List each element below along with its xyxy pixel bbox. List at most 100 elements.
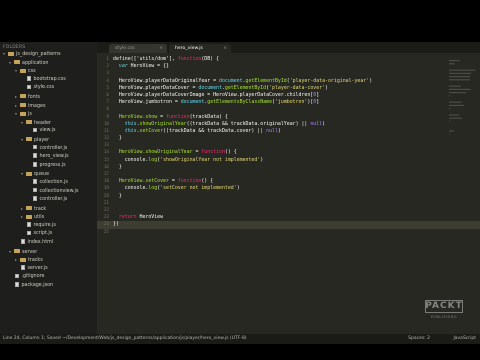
file-icon (27, 222, 31, 227)
tab-bar: style.css × hero_view.js × (97, 42, 480, 53)
tree-folder[interactable]: ▸ images (0, 102, 97, 111)
tree-item-label: require.js (33, 222, 56, 228)
code-text: return HeroView (113, 214, 163, 221)
code-line[interactable]: 10 this.showOriginalYear((trackData && t… (97, 121, 480, 128)
tree-folder[interactable]: ▾ js_design_patterns (0, 50, 97, 59)
line-number: 12 (103, 136, 109, 142)
tree-file[interactable]: style.css (0, 84, 97, 93)
tree-folder[interactable]: ▾ application (0, 59, 97, 68)
tree-file[interactable]: collectionview.js (0, 187, 97, 197)
indentation-selector[interactable]: Spaces: 2 (408, 336, 430, 341)
tree-file[interactable]: .gitignore (0, 273, 97, 282)
tree-file[interactable]: script.js (0, 230, 97, 239)
code-line[interactable]: 6 HeroView.playerDataCoverImage = HeroVi… (97, 92, 480, 99)
tree-file[interactable]: controller.js (0, 196, 97, 205)
code-token: ((trackData && trackData.originalYear) |… (186, 120, 311, 127)
code-text: this.showOriginalYear((trackData && trac… (113, 121, 325, 128)
tree-file[interactable]: index.html (0, 239, 97, 248)
line-number: 1 (106, 57, 109, 62)
minimap-line (449, 72, 471, 74)
code-token: console. (113, 156, 149, 163)
minimap[interactable] (448, 58, 478, 168)
tab-hero-view-js[interactable]: hero_view.js × (169, 44, 231, 53)
tree-folder[interactable]: ▾ header (0, 119, 97, 128)
code-token: ) (369, 77, 373, 84)
tree-folder[interactable]: ▾ queue (0, 170, 97, 179)
line-number: 11 (103, 128, 109, 134)
tree-file[interactable]: progress.js (0, 161, 97, 171)
tree-folder[interactable]: ▸ track (0, 205, 97, 214)
code-line[interactable]: 23 return HeroView (97, 214, 480, 221)
line-number: 8 (106, 107, 109, 113)
tree-file[interactable]: server.js (0, 265, 97, 274)
line-number: 13 (103, 143, 109, 149)
tree-file[interactable]: require.js (0, 222, 97, 231)
code-line[interactable]: 19 console.log('setCover not implemented… (97, 185, 480, 192)
minimap-line (449, 76, 470, 78)
tree-folder[interactable]: ▸ fonts (0, 93, 97, 102)
code-line[interactable]: 16 } (97, 164, 480, 171)
folder-icon (26, 214, 32, 219)
code-token: this (124, 120, 137, 127)
code-line[interactable]: 3 (97, 70, 480, 77)
code-line[interactable]: 13 (97, 142, 480, 149)
code-area[interactable]: 1 define(['utils/dom'], function(DB) {2 v… (97, 56, 480, 236)
code-line[interactable]: 24}) (97, 221, 480, 229)
tree-folder[interactable]: ▾ css (0, 67, 97, 76)
code-line[interactable]: 20 } (97, 193, 480, 200)
code-line[interactable]: 4 HeroView.playerDataOriginalYear = docu… (97, 78, 480, 85)
syntax-selector[interactable]: JavaScript (453, 336, 476, 341)
code-line[interactable]: 11 this.setCover((trackData && trackData… (97, 128, 480, 135)
code-text: } (113, 164, 122, 171)
code-token: HeroView (136, 214, 164, 221)
code-token: null (266, 127, 278, 134)
code-line[interactable]: 15 console.log('showOriginalYear not imp… (97, 157, 480, 164)
tree-file[interactable]: controller.js (0, 144, 97, 154)
code-line[interactable]: 25 (97, 229, 480, 236)
close-icon[interactable]: × (159, 44, 163, 53)
tree-file[interactable]: bootstrap.css (0, 75, 97, 85)
code-line[interactable]: 7 HeroView.jumbotron = document.getEleme… (97, 99, 480, 106)
folder-icon (14, 249, 20, 254)
code-line[interactable]: 2 var HeroView = {} (97, 63, 480, 70)
code-line[interactable]: 14 HeroView.showOriginalYear = function(… (97, 149, 480, 156)
code-line[interactable]: 21 (97, 200, 480, 207)
logo-sub: PUBLISHING (430, 315, 458, 319)
code-line[interactable]: 17 (97, 171, 480, 178)
line-number: 7 (106, 100, 109, 106)
code-token: } (113, 135, 122, 142)
code-line[interactable]: 8 (97, 106, 480, 113)
code-text: console.log('showOriginalYear not implem… (113, 157, 263, 164)
file-icon (33, 179, 37, 184)
code-line[interactable]: 9 HeroView.show = function(trackData) { (97, 114, 480, 121)
file-icon (33, 127, 37, 133)
code-text: HeroView.jumbotron = document.getElement… (113, 99, 319, 106)
line-number: 16 (103, 164, 109, 170)
file-icon (21, 239, 25, 244)
code-line[interactable]: 18 HeroView.setCover = function() { (97, 178, 480, 185)
code-line[interactable]: 22 (97, 207, 480, 214)
tree-file[interactable]: hero_view.js (0, 153, 97, 162)
code-token: } (113, 192, 122, 199)
tree-folder[interactable]: ▾ js (0, 110, 97, 119)
tree-item-label: application (22, 60, 49, 66)
code-text: console.log('setCover not implemented') (113, 185, 240, 192)
tree-folder[interactable]: ▾ player (0, 136, 97, 145)
line-number: 9 (106, 114, 109, 120)
code-token: ) (260, 156, 264, 163)
tab-style-css[interactable]: style.css × (109, 44, 167, 53)
code-line[interactable]: 12 } (97, 135, 480, 142)
tree-folder[interactable]: ▸ tracks (0, 256, 97, 265)
code-line[interactable]: 1 define(['utils/dom'], function(DB) { (97, 56, 480, 63)
code-line[interactable]: 5 HeroView.playerDataCover = document.ge… (97, 85, 480, 92)
tree-file[interactable]: view.js (0, 127, 97, 136)
tree-folder[interactable]: ▾ server (0, 248, 97, 257)
tree-folder[interactable]: ▸ utils (0, 213, 97, 222)
close-icon[interactable]: × (223, 44, 227, 53)
tree-item-label: collection.js (39, 179, 68, 185)
tree-file[interactable]: collection.js (0, 179, 97, 188)
file-tree: ▾ js_design_patterns ▾ application ▾ css boots… (0, 50, 97, 291)
tree-file[interactable]: package.json (0, 282, 97, 291)
code-token: }) (113, 221, 119, 228)
